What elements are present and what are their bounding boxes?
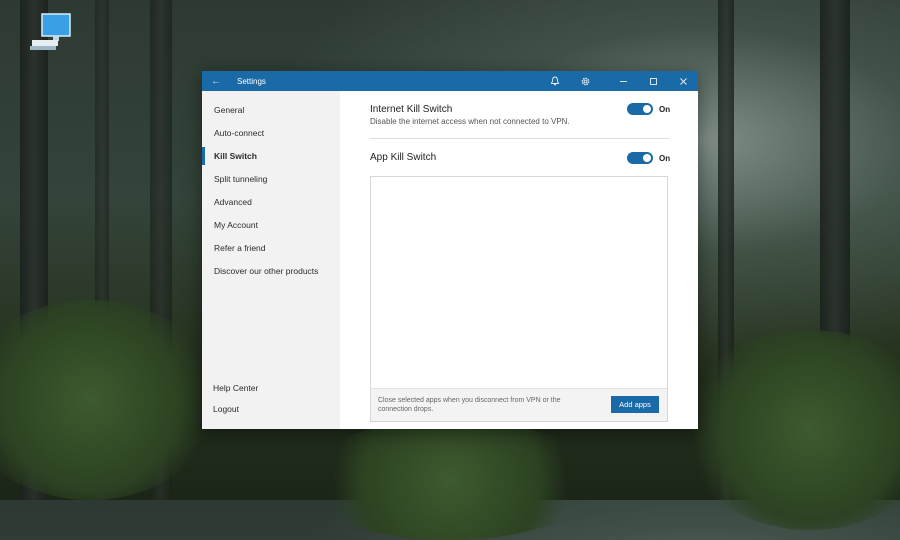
help-center-link[interactable]: Help Center [202, 379, 340, 397]
logout-label: Logout [213, 404, 239, 414]
foliage [680, 330, 900, 530]
bell-icon[interactable] [540, 71, 570, 91]
maximize-icon[interactable] [638, 71, 668, 91]
sidebar-item-auto-connect[interactable]: Auto-connect [202, 124, 340, 142]
sidebar-item-label: Refer a friend [214, 243, 266, 253]
settings-sidebar: General Auto-connect Kill Switch Split t… [202, 91, 340, 429]
window-title: Settings [237, 76, 266, 86]
internet-kill-switch-toggle[interactable] [627, 103, 653, 115]
settings-window: ← Settings General Auto-connect Kill Swi… [202, 71, 698, 429]
sidebar-item-label: Split tunneling [214, 174, 268, 184]
sidebar-item-refer-a-friend[interactable]: Refer a friend [202, 239, 340, 257]
kill-switch-panel: Internet Kill Switch Disable the interne… [340, 91, 698, 429]
app-kill-switch-state: On [659, 154, 671, 163]
minimize-icon[interactable] [608, 71, 638, 91]
sidebar-item-general[interactable]: General [202, 101, 340, 119]
sidebar-item-label: Auto-connect [214, 128, 265, 138]
sidebar-item-split-tunneling[interactable]: Split tunneling [202, 170, 340, 188]
sidebar-item-label: Kill Switch [214, 151, 257, 161]
sidebar-item-advanced[interactable]: Advanced [202, 193, 340, 211]
help-center-label: Help Center [213, 383, 259, 393]
section-divider [370, 138, 669, 139]
sidebar-item-kill-switch[interactable]: Kill Switch [202, 147, 340, 165]
internet-kill-switch-state: On [659, 105, 671, 114]
apps-footer-text: Close selected apps when you disconnect … [378, 397, 561, 413]
sidebar-item-other-products[interactable]: Discover our other products [202, 262, 340, 280]
close-icon[interactable] [668, 71, 698, 91]
back-arrow-icon[interactable]: ← [202, 76, 230, 87]
sidebar-item-label: My Account [214, 220, 258, 230]
sidebar-item-label: Advanced [214, 197, 252, 207]
foliage [0, 300, 220, 500]
sidebar-item-label: Discover our other products [214, 266, 319, 276]
sidebar-item-label: General [214, 105, 245, 115]
sidebar-item-my-account[interactable]: My Account [202, 216, 340, 234]
selected-apps-list[interactable]: Close selected apps when you disconnect … [370, 176, 668, 422]
internet-kill-switch-description: Disable the internet access when not con… [370, 117, 570, 126]
this-pc-desktop-icon[interactable] [28, 12, 72, 54]
title-bar: ← Settings [202, 71, 698, 91]
foliage [300, 420, 600, 540]
app-kill-switch-title: App Kill Switch [370, 152, 437, 163]
apps-list-footer: Close selected apps when you disconnect … [371, 388, 667, 421]
internet-kill-switch-title: Internet Kill Switch [370, 104, 453, 115]
logout-link[interactable]: Logout [202, 400, 340, 418]
add-apps-button[interactable]: Add apps [611, 396, 659, 413]
gear-icon[interactable] [570, 71, 600, 91]
app-kill-switch-toggle[interactable] [627, 152, 653, 164]
